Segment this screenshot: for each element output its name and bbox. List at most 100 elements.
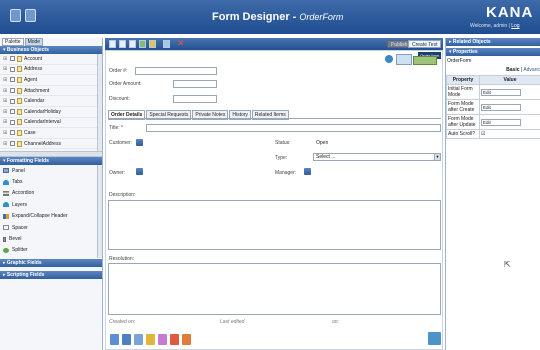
new-icon[interactable] [109,40,116,48]
page-title: Form Designer - OrderForm [212,11,343,23]
tab-mode[interactable]: Mode [24,38,44,46]
manager-lookup-icon[interactable] [304,168,311,175]
title-field[interactable] [146,124,441,132]
create-test-button[interactable]: Create Test [408,40,442,48]
edit-icon[interactable] [146,334,155,345]
forward-arrow-icon[interactable] [385,55,393,63]
property-value-field[interactable]: Edit [481,118,521,126]
col-value: Value [479,75,540,85]
list-item[interactable]: ⊞ Account [0,54,97,65]
related-objects-header[interactable]: ▸ Related Objects [446,38,540,46]
list-item[interactable]: Splitter [0,245,97,256]
formatting-fields-scrollbar[interactable] [97,165,102,258]
order-amount-field[interactable] [173,80,217,88]
expand-icon[interactable]: ⊞ [3,130,8,136]
list-item-label: Accordion [12,190,35,197]
new-record-icon[interactable] [110,334,119,345]
list-item[interactable]: Accordion [0,188,97,199]
expand-icon[interactable]: ⊞ [3,119,8,125]
list-item[interactable]: ⊞ Calendar [0,96,97,107]
advanced-mode-link[interactable]: Advanc [523,67,540,73]
auto-scroll-checkbox[interactable]: ☑ [479,129,540,139]
property-value-cell: Edit [479,84,540,100]
list-item[interactable]: ⊞ CalendarHoliday [0,107,97,118]
page-subtitle: OrderForm [299,12,344,22]
pencil-icon[interactable] [158,334,167,345]
expand-icon[interactable]: ⊞ [3,77,8,83]
list-item[interactable]: Bevel [0,233,97,244]
list-item[interactable]: Expand/Collapse Header [0,211,97,222]
property-value-field[interactable]: Edit [481,103,521,111]
object-icon [17,55,22,62]
section-business-objects[interactable]: ▾ Business Objects [0,46,102,54]
list-item[interactable]: Tabs [0,176,97,187]
list-item-label: Address [24,66,43,73]
list-item[interactable]: ⊞ Case [0,128,97,139]
expand-icon[interactable]: ⊞ [3,88,8,94]
check-icon[interactable] [139,40,146,48]
undo-icon[interactable] [170,334,179,345]
section-graphic-fields[interactable]: ▸ Graphic Fields [0,259,102,267]
section-formatting-fields[interactable]: ▾ Formatting Fields [0,157,102,165]
description-label: Description: [109,192,136,198]
description-field[interactable] [108,200,441,250]
formatting-fields-list: Panel Tabs Accordion Layers Expand/Colla… [0,165,97,258]
delete-icon[interactable]: ✕ [177,38,185,49]
list-item[interactable]: ⊞ CalendarInterval [0,118,97,129]
business-objects-scrollbar[interactable] [97,54,102,151]
expand-icon[interactable]: ⊞ [3,56,8,62]
list-item[interactable]: Panel [0,165,97,176]
checkbox[interactable] [10,98,15,104]
search-icon[interactable] [428,332,441,345]
customer-lookup-icon[interactable] [136,139,143,146]
checkbox[interactable] [10,141,15,147]
save-icon[interactable] [129,40,136,48]
expand-icon[interactable]: ⊞ [3,109,8,115]
order-number-field[interactable] [135,67,217,75]
palette-tabs: Palette Mode [0,38,102,46]
expand-icon[interactable]: ⊞ [3,141,8,147]
discount-field[interactable] [173,95,217,103]
list-item[interactable]: Spacer [0,222,97,233]
checkbox[interactable] [10,66,15,72]
copy-record-icon[interactable] [122,334,131,345]
home-icon[interactable] [10,9,21,22]
properties-label: Properties [452,49,478,55]
expand-icon[interactable]: ⊞ [3,66,8,72]
list-item[interactable]: ⊞ Address [0,65,97,76]
checkbox[interactable] [10,119,15,125]
list-item[interactable]: ⊞ ChannelAddress [0,139,97,150]
properties-header[interactable]: ▾ Properties [446,48,540,56]
open-icon[interactable] [119,40,126,48]
table-row: Form Mode after Update Edit [446,114,540,130]
tab-palette[interactable]: Palette [2,38,24,46]
document-icon[interactable] [25,9,36,22]
checkbox[interactable] [10,77,15,83]
checkbox[interactable] [10,88,15,94]
app-header: Form Designer - OrderForm KANA Welcome, … [0,0,540,34]
info-icon[interactable] [149,40,156,48]
checkbox[interactable] [10,56,15,62]
property-value-field[interactable]: Edit [481,88,521,96]
list-item[interactable]: ⊞ Agent [0,75,97,86]
chevron-down-icon[interactable]: ▼ [434,154,440,160]
list-item[interactable]: ⊞ Attachment [0,86,97,97]
type-select[interactable]: Select ... ▼ [313,153,441,161]
list-item[interactable]: Layers [0,199,97,210]
checkbox[interactable] [10,130,15,136]
layout-icon[interactable] [413,56,437,65]
expand-icon[interactable]: ⊞ [3,98,8,104]
logout-link[interactable]: Log [511,23,519,29]
type-label: Type: [275,155,288,161]
owner-lookup-icon[interactable] [136,168,143,175]
section-scripting-fields[interactable]: ▸ Scripting Fields [0,271,102,279]
bookmark-icon[interactable] [182,334,191,345]
manager-label: Manager: [275,170,297,176]
basic-mode-link[interactable]: Basic [506,67,519,73]
form-properties-icon[interactable] [396,54,412,65]
section-formatting-fields-label: Formatting Fields [6,158,49,164]
export-icon[interactable] [163,40,170,48]
resolution-field[interactable] [108,263,441,315]
checkbox[interactable] [10,109,15,115]
save-record-icon[interactable] [134,334,143,345]
